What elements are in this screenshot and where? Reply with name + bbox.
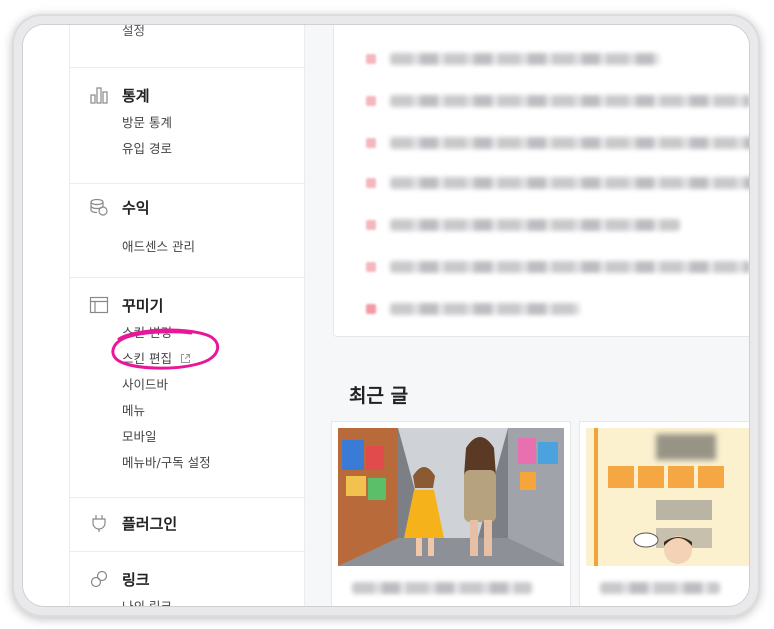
list-item[interactable]	[366, 260, 749, 274]
highlight-annotation	[111, 328, 219, 370]
sidebar-item-menu[interactable]: 메뉴	[70, 398, 306, 424]
coins-icon	[88, 196, 110, 218]
sidebar-item-my-link[interactable]: 나의 링크	[70, 594, 306, 606]
post-title-blurred	[600, 582, 720, 594]
sidebar-item-menubar-subscribe[interactable]: 메뉴바/구독 설정	[70, 450, 306, 476]
layout-icon	[88, 294, 110, 316]
list-item[interactable]	[366, 136, 749, 150]
list-item[interactable]	[366, 302, 580, 316]
nav-head-revenue[interactable]: 수익	[70, 192, 306, 222]
bar-chart-icon	[88, 84, 110, 106]
link-icon	[88, 568, 110, 590]
post-thumbnail[interactable]	[338, 428, 564, 566]
recent-posts-title: 최근 글	[349, 385, 409, 407]
sidebar-item-settings[interactable]: 설정	[70, 25, 145, 41]
sidebar-item-referrer[interactable]: 유입 경로	[70, 136, 306, 162]
recent-post-card[interactable]	[579, 421, 749, 606]
nav-title-stats: 통계	[122, 86, 150, 105]
device-frame: 설정 통계 방문 통계 유입 경로 수익 애드센스 관리 꾸미기 스킨 변경 스…	[12, 14, 760, 617]
list-item[interactable]	[366, 176, 749, 190]
sidebar-item-sidebar[interactable]: 사이드바	[70, 372, 306, 398]
nav-section-link: 링크 나의 링크	[70, 551, 306, 606]
left-gutter	[23, 25, 69, 606]
sidebar-item-visit-stats[interactable]: 방문 통계	[70, 110, 306, 136]
plug-icon	[88, 512, 110, 534]
post-list-card	[333, 25, 749, 337]
sidebar-item-mobile[interactable]: 모바일	[70, 424, 306, 450]
nav-title-customize: 꾸미기	[122, 296, 164, 315]
list-item[interactable]	[366, 94, 749, 108]
nav-title-link: 링크	[122, 570, 150, 589]
post-title-blurred	[352, 582, 532, 594]
nav-head-link[interactable]: 링크	[70, 564, 306, 594]
screen: 설정 통계 방문 통계 유입 경로 수익 애드센스 관리 꾸미기 스킨 변경 스…	[22, 24, 750, 607]
nav-title-plugin: 플러그인	[122, 514, 178, 533]
nav-head-customize[interactable]: 꾸미기	[70, 290, 306, 320]
recent-post-card[interactable]	[331, 421, 571, 606]
nav-section-stats: 통계 방문 통계 유입 경로	[70, 67, 306, 162]
nav-section-revenue: 수익 애드센스 관리	[70, 183, 306, 260]
nav-title-revenue: 수익	[122, 198, 150, 217]
nav-section-customize: 꾸미기 스킨 변경 스킨 편집 사이드바 메뉴 모바일 메뉴바/구독 설정	[70, 277, 306, 476]
nav-head-plugin[interactable]: 플러그인	[70, 508, 306, 538]
nav-section-plugin: 플러그인	[70, 497, 306, 538]
sidebar-item-adsense[interactable]: 애드센스 관리	[70, 234, 306, 260]
post-thumbnail[interactable]	[586, 428, 749, 566]
list-item[interactable]	[366, 218, 680, 232]
nav-head-stats[interactable]: 통계	[70, 80, 306, 110]
main-content: 최근 글	[305, 25, 749, 606]
sidebar: 설정 통계 방문 통계 유입 경로 수익 애드센스 관리 꾸미기 스킨 변경 스…	[69, 25, 306, 606]
list-item[interactable]	[366, 52, 660, 66]
